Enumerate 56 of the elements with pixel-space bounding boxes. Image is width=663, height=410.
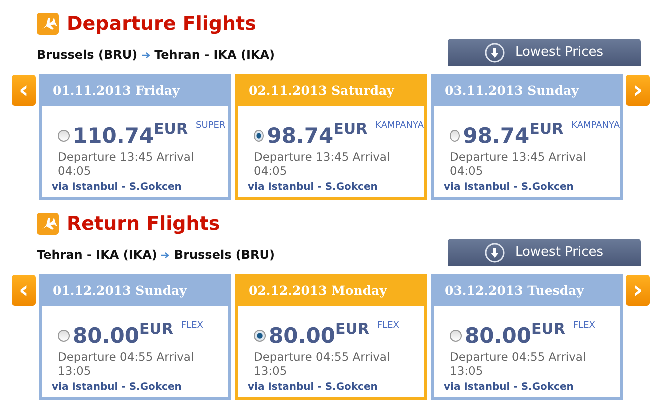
arrow-right-icon — [142, 52, 151, 58]
price: 110.74 — [73, 124, 154, 148]
currency: EUR — [334, 120, 368, 138]
route-origin: Tehran - IKA (IKA) — [37, 248, 158, 262]
day-date: 03.12.2013 Tuesday — [431, 274, 623, 306]
route-via: via Istanbul - S.Gokcen — [52, 382, 183, 393]
route-via: via Istanbul - S.Gokcen — [52, 182, 183, 193]
radio-button[interactable] — [254, 130, 264, 142]
arrow-right-icon — [161, 252, 170, 258]
flight-times: Departure 13:45 Arrival 04:05 — [450, 150, 588, 178]
fare-type: FLEX — [377, 321, 400, 331]
flight-times: Departure 13:45 Arrival 04:05 — [254, 150, 392, 178]
day-date: 02.12.2013 Monday — [235, 274, 427, 306]
radio-button[interactable] — [58, 130, 70, 142]
flight-times: Departure 13:45 Arrival 04:05 — [58, 150, 196, 178]
currency: EUR — [139, 320, 174, 338]
route-via: via Istanbul - S.Gokcen — [444, 182, 575, 193]
price: 98.74 — [267, 124, 334, 148]
arrow-down-icon — [485, 42, 506, 62]
fare-type: KAMPANYA — [572, 121, 620, 131]
day-date: 01.12.2013 Sunday — [39, 274, 231, 306]
plane-icon — [37, 213, 59, 235]
route-origin: Brussels (BRU) — [37, 48, 138, 62]
section-title: Departure Flights — [67, 13, 256, 35]
price: 80.00 — [465, 324, 532, 348]
flight-times: Departure 04:55 Arrival 13:05 — [58, 350, 196, 378]
radio-button[interactable] — [58, 330, 70, 342]
route-via: via Istanbul - S.Gokcen — [248, 182, 379, 193]
arrow-down-icon — [485, 242, 506, 262]
fare-type: SUPER — [196, 121, 226, 131]
currency: EUR — [531, 320, 566, 338]
radio-button[interactable] — [450, 330, 462, 342]
lowest-prices-button[interactable]: Lowest Prices — [448, 239, 641, 266]
flight-times: Departure 04:55 Arrival 13:05 — [254, 350, 392, 378]
route-destination: Brussels (BRU) — [174, 248, 275, 262]
fare-type: FLEX — [573, 321, 596, 331]
fare-type: FLEX — [181, 321, 204, 331]
currency: EUR — [335, 320, 370, 338]
route-via: via Istanbul - S.Gokcen — [444, 382, 575, 393]
price: 98.74 — [463, 124, 530, 148]
plane-icon — [37, 13, 59, 35]
lowest-prices-button[interactable]: Lowest Prices — [448, 39, 641, 66]
section-title: Return Flights — [67, 213, 220, 235]
price: 80.00 — [269, 324, 336, 348]
route-destination: Tehran - IKA (IKA) — [154, 48, 275, 62]
day-date: 02.11.2013 Saturday — [235, 74, 427, 106]
currency: EUR — [154, 120, 188, 138]
flight-times: Departure 04:55 Arrival 13:05 — [450, 350, 588, 378]
route-via: via Istanbul - S.Gokcen — [248, 382, 379, 393]
radio-button[interactable] — [450, 130, 460, 142]
day-date: 01.11.2013 Friday — [39, 74, 231, 106]
fare-type: KAMPANYA — [376, 121, 424, 131]
radio-button[interactable] — [254, 330, 266, 342]
day-date: 03.11.2013 Sunday — [431, 74, 623, 106]
currency: EUR — [530, 120, 564, 138]
price: 80.00 — [73, 324, 140, 348]
